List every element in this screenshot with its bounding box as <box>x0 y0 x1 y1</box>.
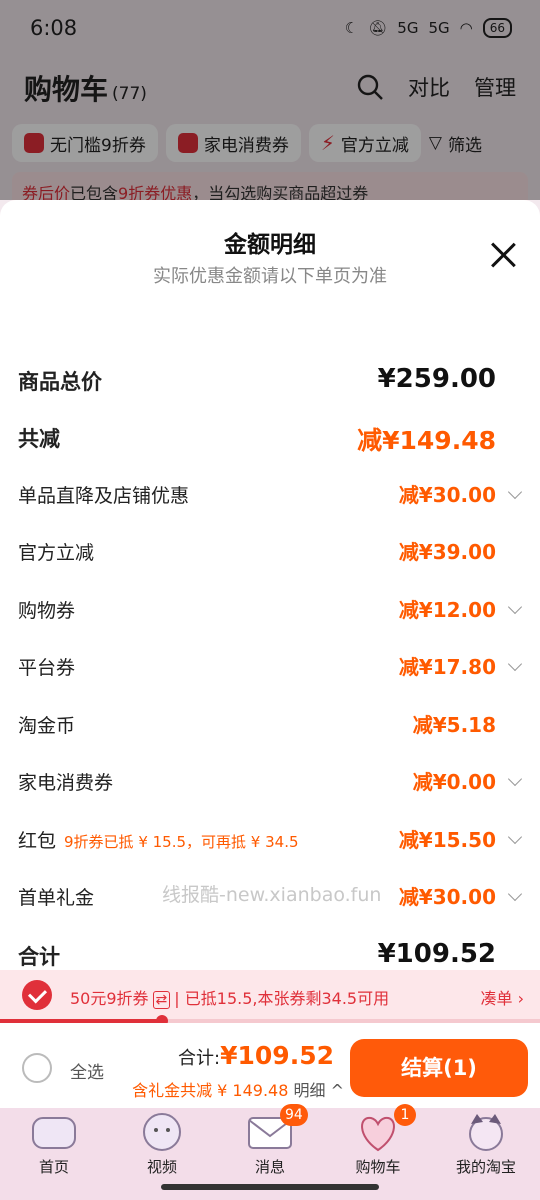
chevron-down-icon[interactable] <box>507 829 523 845</box>
add-items-link[interactable]: 凑单 › <box>481 985 525 1009</box>
checkout-total: 合计:¥109.52 <box>178 1041 334 1070</box>
sheet-subtitle: 实际优惠金额请以下单页为准 <box>153 266 387 287</box>
select-all-label[interactable]: 全选 <box>70 1058 104 1083</box>
tab-cart[interactable]: 1 购物车 <box>324 1104 432 1188</box>
chevron-down-icon[interactable] <box>507 656 523 672</box>
checkout-button[interactable]: 结算(1) <box>350 1039 528 1097</box>
checkout-bar: 全选 合计:¥109.52 含礼金共减 ¥ 149.48 明细 ^ 结算(1) <box>0 1023 540 1108</box>
row-official-discount: 官方立减 减¥39.00 <box>18 540 496 564</box>
coupon-text: 50元9折券 ⇄ | 已抵15.5,本张券剩34.5可用 <box>70 989 390 1009</box>
home-pillow-icon <box>32 1117 76 1149</box>
coupon-bar: 50元9折券 ⇄ | 已抵15.5,本张券剩34.5可用 凑单 › <box>0 970 540 1020</box>
row-grand-total: 合计 ¥109.52 <box>18 939 496 969</box>
chevron-down-icon[interactable] <box>507 771 523 787</box>
tab-bar: 首页 视频 94 消息 1 购物车 我的淘宝 <box>0 1104 540 1200</box>
amount-detail-sheet: 金额明细 实际优惠金额请以下单页为准 商品总价 ¥259.00 共减 减¥149… <box>0 200 540 970</box>
row-red-packet[interactable]: 红包 9折券已抵 ¥ 15.5，可再抵 ¥ 34.5 减¥15.50 <box>18 818 523 858</box>
row-appliance-coupon[interactable]: 家电消费券 减¥0.00 <box>18 760 523 800</box>
row-platform-coupon[interactable]: 平台券 减¥17.80 <box>18 645 523 685</box>
select-all-checkbox[interactable] <box>22 1053 52 1083</box>
tab-video[interactable]: 视频 <box>108 1108 216 1188</box>
swap-icon[interactable]: ⇄ <box>152 991 171 1009</box>
row-item-discount[interactable]: 单品直降及店铺优惠 减¥30.00 <box>18 473 523 513</box>
close-icon[interactable] <box>490 242 516 268</box>
cart-badge: 1 <box>394 1104 416 1126</box>
coupon-check-icon[interactable] <box>22 980 52 1010</box>
detail-toggle[interactable]: 明细 ^ <box>294 1081 345 1100</box>
messages-badge: 94 <box>280 1104 308 1126</box>
tab-home[interactable]: 首页 <box>0 1108 108 1188</box>
dim-overlay[interactable] <box>0 0 540 200</box>
chevron-down-icon[interactable] <box>507 599 523 615</box>
profile-mascot-icon <box>469 1114 503 1151</box>
chevron-down-icon[interactable] <box>507 886 523 902</box>
watermark: 线报酷-new.xianbao.fun <box>162 884 382 906</box>
sheet-title: 金额明细 <box>224 232 316 258</box>
row-shopping-coupon[interactable]: 购物券 减¥12.00 <box>18 588 523 628</box>
red-packet-note: 9折券已抵 ¥ 15.5，可再抵 ¥ 34.5 <box>64 833 299 851</box>
home-indicator <box>161 1184 379 1190</box>
row-taojinbi: 淘金币 减¥5.18 <box>18 713 496 737</box>
video-mascot-icon <box>143 1113 181 1151</box>
tab-my-taobao[interactable]: 我的淘宝 <box>432 1108 540 1188</box>
checkout-sub: 含礼金共减 ¥ 149.48 明细 ^ <box>132 1081 345 1100</box>
chevron-down-icon[interactable] <box>507 484 523 500</box>
row-goods-total: 商品总价 ¥259.00 <box>18 364 496 394</box>
row-total-discount: 共减 减¥149.48 <box>18 426 496 455</box>
tab-messages[interactable]: 94 消息 <box>216 1104 324 1188</box>
